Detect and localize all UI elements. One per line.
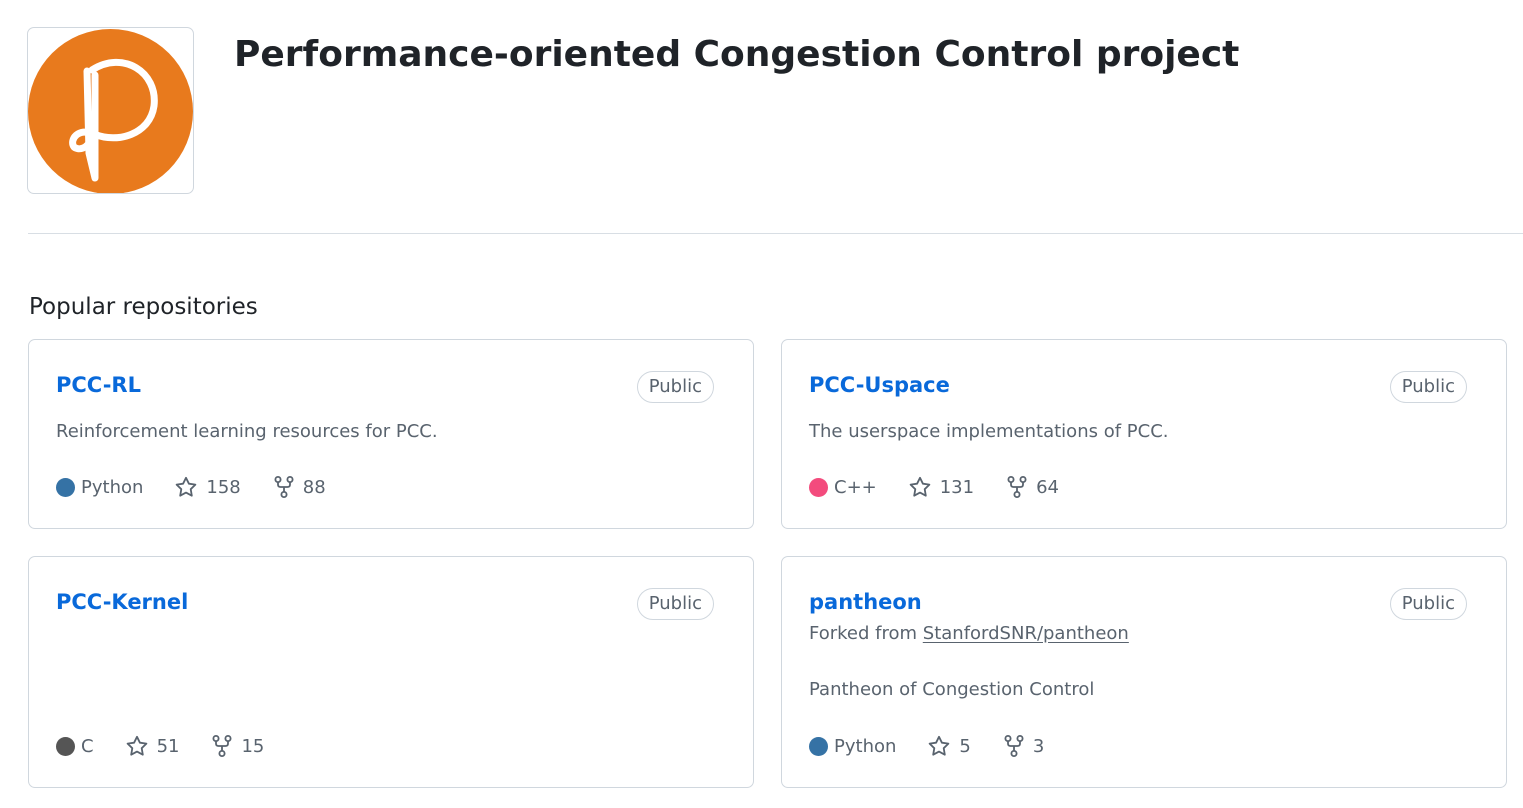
stars-link[interactable]: 158 (174, 475, 241, 499)
repo-forked-icon (212, 735, 232, 757)
star-icon (909, 476, 931, 497)
repo-language: C (56, 736, 94, 757)
stars-link[interactable]: 5 (927, 734, 971, 758)
repo-link[interactable]: PCC-Kernel (56, 586, 188, 618)
star-icon (929, 735, 950, 756)
org-header: Performance-oriented Congestion Control … (0, 0, 1523, 234)
forks-link[interactable]: 3 (1003, 734, 1044, 758)
forked-from-line: Forked from StanfordSNR/pantheon (809, 621, 1129, 647)
forks-link[interactable]: 88 (273, 475, 326, 499)
visibility-badge: Public (636, 588, 714, 620)
stars-count: 5 (959, 735, 971, 757)
language-label: Python (834, 735, 897, 757)
repo-link[interactable]: PCC-RL (56, 369, 141, 401)
repo-link[interactable]: pantheon (809, 586, 922, 618)
language-color-dot (56, 477, 75, 497)
org-title: Performance-oriented Congestion Control … (234, 34, 1240, 75)
language-color-dot (809, 477, 828, 497)
repo-forked-icon (274, 476, 294, 498)
repo-language: C++ (809, 477, 877, 498)
language-label: Python (81, 476, 144, 498)
header-divider (28, 233, 1523, 234)
stars-link[interactable]: 51 (125, 734, 180, 758)
forked-from-prefix: Forked from (809, 623, 918, 644)
repo-meta: Python 5 3 (809, 732, 1044, 760)
repo-description: Reinforcement learning resources for PCC… (56, 421, 438, 442)
visibility-badge: Public (1389, 371, 1467, 403)
forks-link[interactable]: 64 (1006, 475, 1059, 499)
forks-count: 88 (302, 476, 326, 498)
repo-card-pantheon: pantheon Public Forked from StanfordSNR/… (781, 556, 1507, 788)
repo-meta: C 51 15 (56, 732, 264, 760)
visibility-badge: Public (1389, 588, 1467, 620)
forks-count: 15 (241, 735, 265, 757)
language-label: C++ (834, 476, 877, 498)
language-label: C (81, 735, 94, 757)
star-icon (126, 735, 147, 756)
repo-language: Python (56, 477, 143, 498)
visibility-badge: Public (636, 371, 714, 403)
org-avatar (27, 27, 194, 194)
forks-link[interactable]: 15 (211, 734, 264, 758)
repo-description: Pantheon of Congestion Control (809, 679, 1095, 700)
language-color-dot (809, 736, 828, 756)
repo-forked-icon (1004, 735, 1024, 757)
repo-forked-icon (1007, 476, 1027, 498)
stars-count: 131 (939, 476, 975, 498)
repo-meta: Python 158 88 (56, 473, 326, 501)
stars-count: 158 (206, 476, 241, 498)
repo-card-pcc-uspace: PCC-Uspace Public The userspace implemen… (781, 339, 1507, 529)
star-icon (176, 476, 197, 497)
pcc-logo-icon (28, 29, 193, 193)
forked-from-link[interactable]: StanfordSNR/pantheon (923, 623, 1129, 644)
language-color-dot (56, 736, 75, 756)
repo-description: The userspace implementations of PCC. (809, 421, 1169, 442)
stars-count: 51 (156, 735, 180, 757)
popular-repositories-heading: Popular repositories (29, 294, 258, 320)
pcc-logo-circle (28, 29, 193, 193)
forks-count: 64 (1036, 476, 1059, 498)
stars-link[interactable]: 131 (908, 475, 974, 499)
repo-meta: C++ 131 64 (809, 473, 1059, 501)
repo-card-pcc-kernel: PCC-Kernel Public C 51 15 (28, 556, 754, 788)
repo-link[interactable]: PCC-Uspace (809, 369, 950, 401)
repo-language: Python (809, 736, 896, 757)
forks-count: 3 (1032, 735, 1045, 757)
repo-card-pcc-rl: PCC-RL Public Reinforcement learning res… (28, 339, 754, 529)
